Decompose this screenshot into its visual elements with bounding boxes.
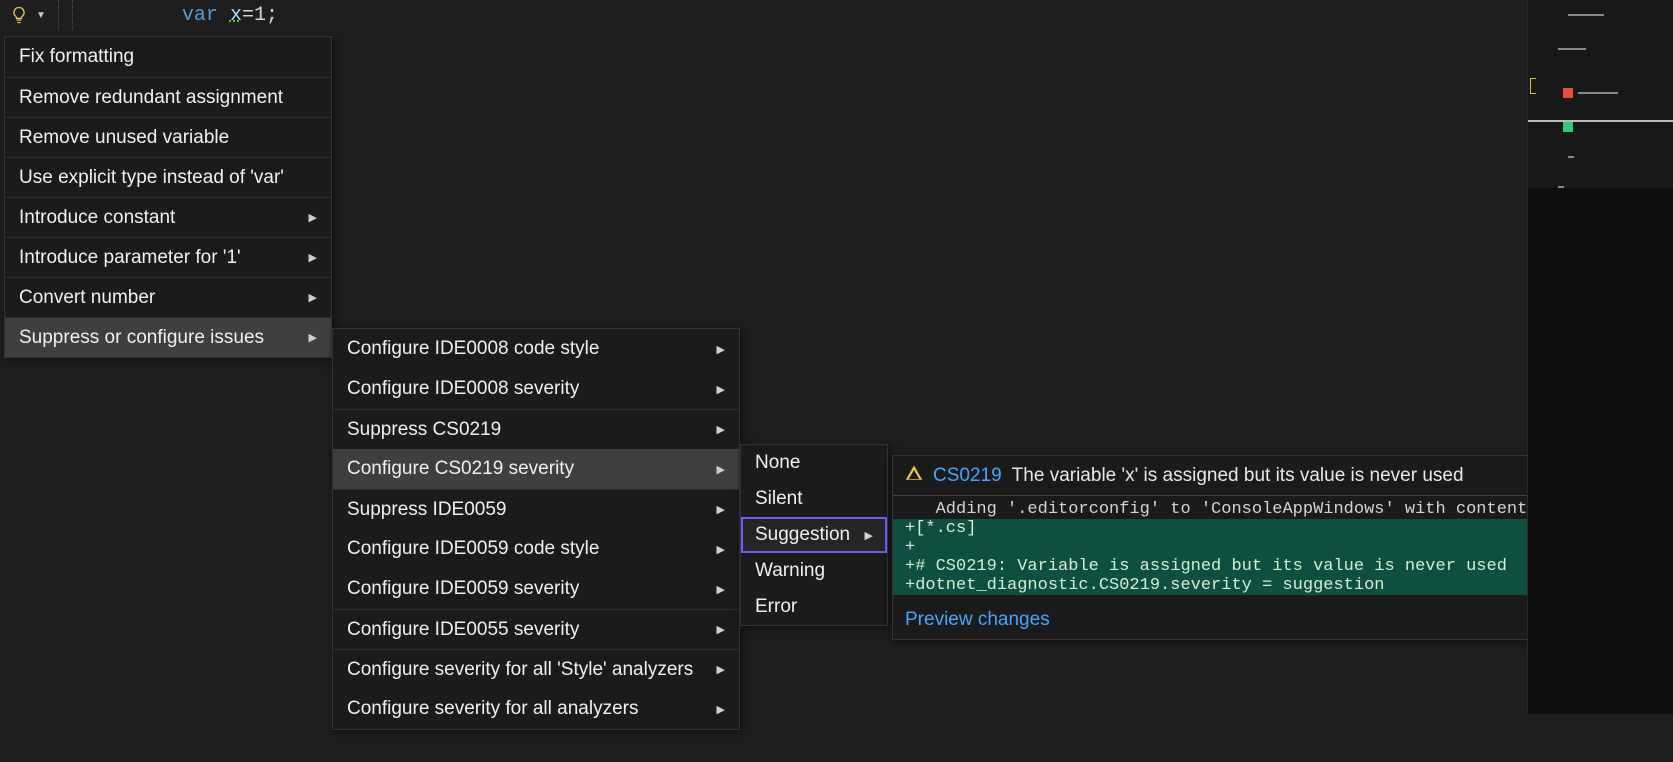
minimap-cursor-marker	[1563, 122, 1573, 132]
menu-item-config-style-analyzers[interactable]: Configure severity for all 'Style' analy…	[333, 649, 739, 689]
severity-submenu: None Silent Suggestion ▶ Warning Error	[740, 444, 888, 626]
chevron-right-icon: ▶	[717, 343, 725, 356]
code-rest: =1;	[242, 4, 278, 27]
minimap[interactable]	[1527, 0, 1673, 714]
menu-item-suppress-ide0059[interactable]: Suppress IDE0059 ▶	[333, 489, 739, 529]
code-line: var x=1;	[182, 4, 278, 27]
menu-item-remove-unused[interactable]: Remove unused variable	[5, 117, 331, 157]
minimap-viewport[interactable]	[1528, 0, 1673, 188]
chevron-down-icon[interactable]: ▼	[36, 10, 46, 21]
preview-footer: Preview changes	[893, 595, 1557, 639]
menu-item-config-ide0008-severity[interactable]: Configure IDE0008 severity ▶	[333, 369, 739, 409]
menu-item-label: Configure IDE0008 code style	[347, 338, 599, 360]
menu-item-label: Suppress or configure issues	[19, 327, 264, 349]
menu-item-label: Suppress CS0219	[347, 419, 501, 441]
quick-actions-menu: Fix formatting Remove redundant assignme…	[4, 36, 332, 358]
minimap-line	[1558, 48, 1586, 50]
suppress-configure-submenu: Configure IDE0008 code style ▶ Configure …	[332, 328, 740, 730]
diff-line-added: +dotnet_diagnostic.CS0219.severity = sug…	[893, 576, 1557, 595]
menu-item-label: Configure severity for all analyzers	[347, 698, 638, 720]
severity-suggestion[interactable]: Suggestion ▶	[741, 517, 887, 553]
menu-item-label: Warning	[755, 560, 825, 582]
minimap-line	[1568, 156, 1574, 158]
menu-item-convert-number[interactable]: Convert number ▶	[5, 277, 331, 317]
lightbulb-icon[interactable]	[6, 2, 32, 28]
menu-item-config-all-analyzers[interactable]: Configure severity for all analyzers ▶	[333, 689, 739, 729]
menu-item-label: Silent	[755, 488, 803, 510]
preview-panel: CS0219 The variable 'x' is assigned but …	[892, 455, 1558, 640]
warning-icon	[905, 464, 923, 487]
menu-item-label: Configure IDE0055 severity	[347, 619, 579, 641]
severity-none[interactable]: None	[741, 445, 887, 481]
minimap-divider	[1528, 120, 1673, 122]
menu-item-suppress-configure[interactable]: Suppress or configure issues ▶	[5, 317, 331, 357]
minimap-error-marker	[1563, 88, 1573, 98]
menu-item-label: Suggestion	[755, 524, 850, 546]
menu-item-config-ide0008-style[interactable]: Configure IDE0008 code style ▶	[333, 329, 739, 369]
chevron-right-icon: ▶	[309, 291, 317, 304]
menu-item-remove-redundant[interactable]: Remove redundant assignment	[5, 77, 331, 117]
preview-body: Adding '.editorconfig' to 'ConsoleAppWin…	[893, 496, 1557, 595]
menu-item-label: Use explicit type instead of 'var'	[19, 167, 284, 189]
minimap-line	[1578, 92, 1618, 94]
menu-item-use-explicit-type[interactable]: Use explicit type instead of 'var'	[5, 157, 331, 197]
chevron-right-icon: ▶	[309, 251, 317, 264]
menu-item-label: Introduce constant	[19, 207, 175, 229]
chevron-right-icon: ▶	[717, 623, 725, 636]
menu-item-label: Introduce parameter for '1'	[19, 247, 241, 269]
chevron-right-icon: ▶	[717, 423, 725, 436]
chevron-right-icon: ▶	[717, 503, 725, 516]
menu-item-label: None	[755, 452, 800, 474]
menu-item-label: Configure IDE0059 severity	[347, 578, 579, 600]
editor-toolbar: ▼ var x=1;	[0, 0, 1414, 30]
chevron-right-icon: ▶	[865, 529, 873, 542]
preview-changes-link[interactable]: Preview changes	[905, 609, 1050, 630]
code-keyword: var	[182, 4, 218, 27]
diagnostic-message: The variable 'x' is assigned but its val…	[1012, 465, 1464, 487]
preview-header: CS0219 The variable 'x' is assigned but …	[893, 456, 1557, 496]
menu-item-introduce-parameter[interactable]: Introduce parameter for '1' ▶	[5, 237, 331, 277]
chevron-right-icon: ▶	[717, 543, 725, 556]
menu-item-label: Fix formatting	[19, 46, 134, 68]
menu-item-label: Suppress IDE0059	[347, 499, 507, 521]
menu-item-label: Configure CS0219 severity	[347, 458, 574, 480]
menu-item-config-ide0055-severity[interactable]: Configure IDE0055 severity ▶	[333, 609, 739, 649]
menu-item-label: Configure severity for all 'Style' analy…	[347, 659, 693, 681]
menu-item-label: Error	[755, 596, 797, 618]
menu-item-suppress-cs0219[interactable]: Suppress CS0219 ▶	[333, 409, 739, 449]
chevron-right-icon: ▶	[717, 583, 725, 596]
editor-gutter	[58, 0, 72, 30]
chevron-right-icon: ▶	[717, 383, 725, 396]
menu-item-label: Remove redundant assignment	[19, 87, 283, 109]
severity-warning[interactable]: Warning	[741, 553, 887, 589]
menu-item-label: Remove unused variable	[19, 127, 229, 149]
diff-line-added: +	[893, 538, 1557, 557]
editor-indent-guide	[72, 0, 182, 30]
chevron-right-icon: ▶	[717, 703, 725, 716]
menu-item-label: Configure IDE0008 severity	[347, 378, 579, 400]
severity-error[interactable]: Error	[741, 589, 887, 625]
menu-item-config-ide0059-severity[interactable]: Configure IDE0059 severity ▶	[333, 569, 739, 609]
menu-item-label: Convert number	[19, 287, 155, 309]
chevron-right-icon: ▶	[309, 331, 317, 344]
menu-item-config-cs0219-severity[interactable]: Configure CS0219 severity ▶	[333, 449, 739, 489]
code-variable: x	[230, 4, 242, 27]
severity-silent[interactable]: Silent	[741, 481, 887, 517]
minimap-bracket	[1530, 78, 1536, 94]
menu-item-fix-formatting[interactable]: Fix formatting	[5, 37, 331, 77]
diagnostic-code[interactable]: CS0219	[933, 465, 1002, 487]
chevron-right-icon: ▶	[717, 463, 725, 476]
diff-line-added: +# CS0219: Variable is assigned but its …	[893, 557, 1557, 576]
minimap-line	[1558, 186, 1564, 188]
diff-line-added: +[*.cs]	[893, 519, 1557, 538]
menu-item-config-ide0059-style[interactable]: Configure IDE0059 code style ▶	[333, 529, 739, 569]
minimap-line	[1568, 14, 1604, 16]
diff-line: Adding '.editorconfig' to 'ConsoleAppWin…	[893, 500, 1557, 519]
chevron-right-icon: ▶	[309, 211, 317, 224]
menu-item-label: Configure IDE0059 code style	[347, 538, 599, 560]
chevron-right-icon: ▶	[717, 663, 725, 676]
menu-item-introduce-constant[interactable]: Introduce constant ▶	[5, 197, 331, 237]
